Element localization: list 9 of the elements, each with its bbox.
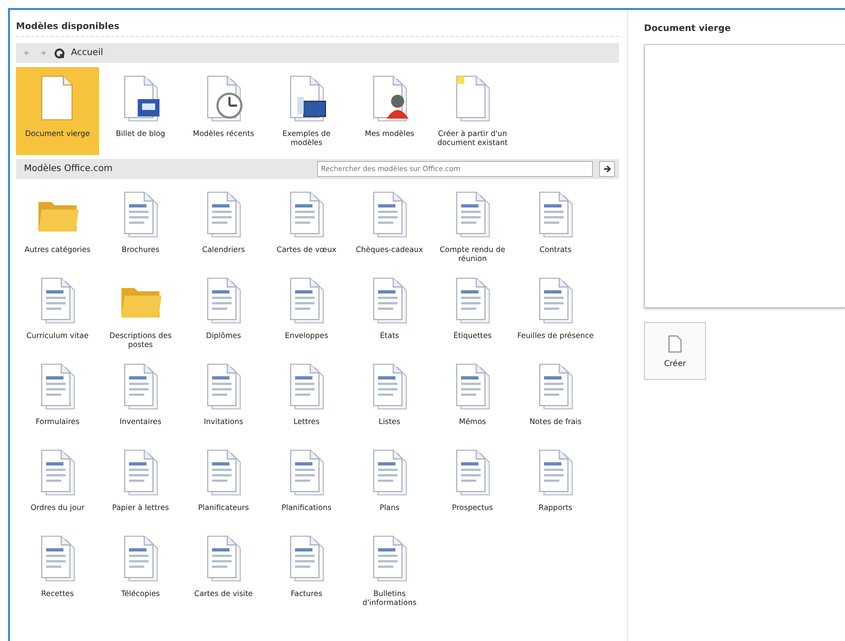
section-title: Modèles disponibles [16,22,619,37]
home-icon[interactable] [54,48,65,58]
arrow-icon [603,165,611,173]
search-button[interactable] [599,161,615,177]
location-link[interactable]: Accueil [71,48,104,58]
create-button[interactable]: Créer [644,322,706,380]
preview-title: Document vierge [644,24,732,34]
blank-page-icon [668,334,682,352]
section-title: Modèles Office.com [24,164,114,174]
